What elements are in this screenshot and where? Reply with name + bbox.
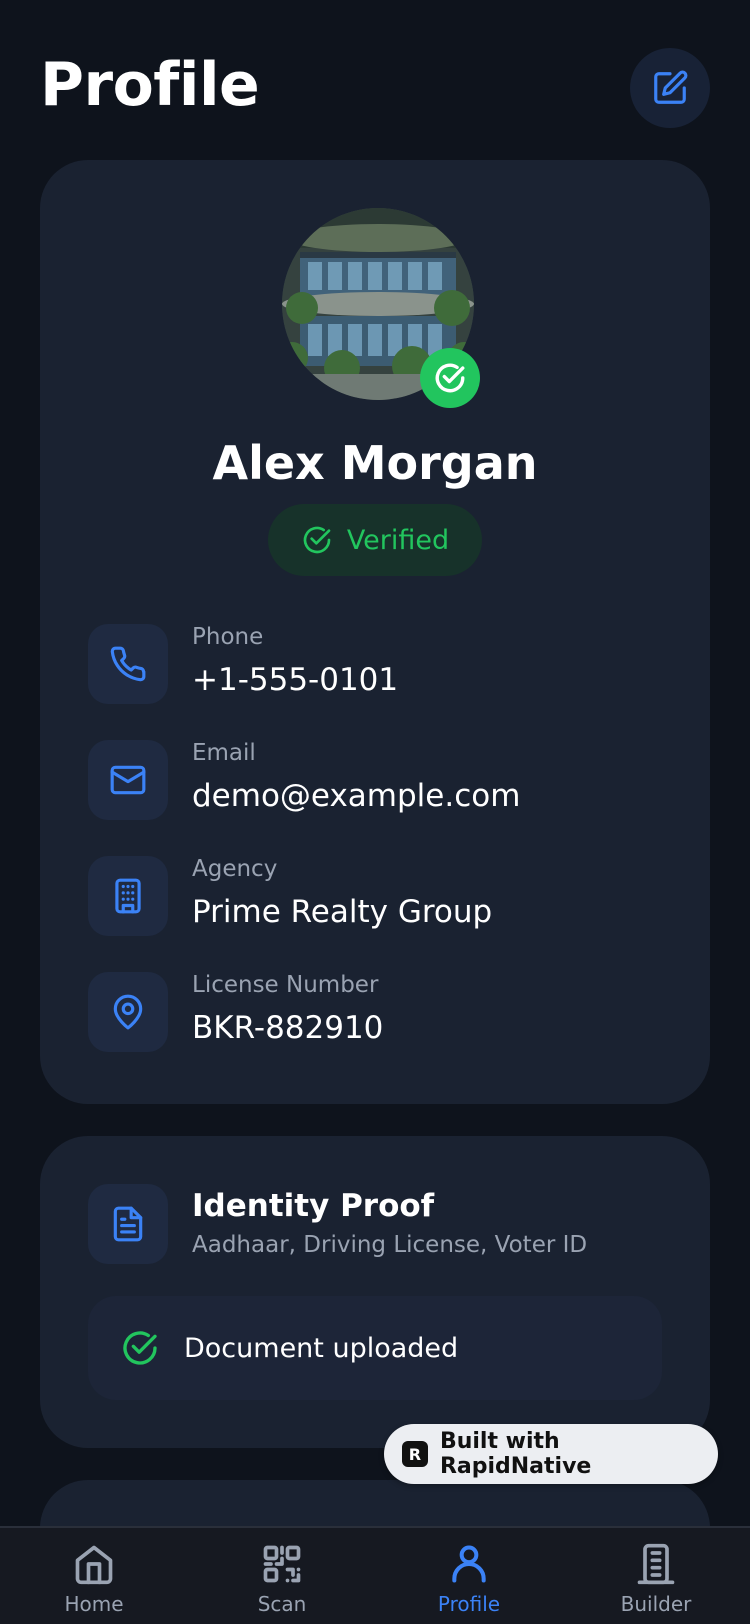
file-text-icon	[88, 1184, 168, 1264]
profile-screen: Profile Alex Morgan Verified Phone +1-55…	[0, 0, 750, 1624]
agency-value: Prime Realty Group	[192, 894, 493, 930]
check-circle-icon	[303, 526, 331, 554]
nav-item-profile[interactable]: Profile	[375, 1542, 563, 1624]
profile-card: Alex Morgan Verified Phone +1-555-0101 E…	[40, 160, 710, 1104]
edit-icon	[654, 70, 688, 104]
nav-item-home[interactable]: Home	[0, 1542, 188, 1624]
mail-icon	[88, 740, 168, 820]
upload-status-text: Document uploaded	[184, 1332, 459, 1364]
status-label: Verified	[346, 524, 450, 556]
home-icon	[75, 1545, 113, 1585]
agency-label: Agency	[192, 856, 278, 882]
phone-icon	[88, 624, 168, 704]
nav-label-builder: Builder	[620, 1592, 692, 1616]
identity-title: Identity Proof	[192, 1188, 435, 1224]
identity-proof-card[interactable]: Identity Proof Aadhaar, Driving License,…	[40, 1136, 710, 1448]
nav-item-builder[interactable]: Builder	[562, 1542, 750, 1624]
built-with-badge[interactable]: R Built with RapidNative	[384, 1424, 718, 1484]
page-title: Profile	[40, 50, 260, 120]
info-row-phone[interactable]: Phone +1-555-0101	[88, 624, 668, 704]
building-icon	[637, 1543, 675, 1585]
check-circle-icon	[123, 1331, 157, 1365]
nav-label-profile: Profile	[437, 1592, 501, 1616]
nav-label-scan: Scan	[257, 1592, 307, 1616]
phone-label: Phone	[192, 624, 264, 650]
email-value: demo@example.com	[192, 778, 521, 814]
bottom-nav: Home Scan Profile Builder	[0, 1526, 750, 1624]
building-icon	[88, 856, 168, 936]
qr-code-icon	[263, 1545, 301, 1583]
built-with-text: Built with RapidNative	[439, 1429, 592, 1479]
license-label: License Number	[192, 972, 379, 998]
user-icon	[452, 1545, 486, 1583]
info-row-email[interactable]: Email demo@example.com	[88, 740, 668, 820]
verified-check-icon	[420, 348, 480, 408]
status-badge: Verified	[268, 504, 482, 576]
info-row-agency[interactable]: Agency Prime Realty Group	[88, 856, 668, 936]
upload-status: Document uploaded	[88, 1296, 662, 1400]
rapidnative-logo-icon: R	[402, 1441, 428, 1467]
email-label: Email	[192, 740, 256, 766]
nav-label-home: Home	[64, 1592, 124, 1616]
map-pin-icon	[88, 972, 168, 1052]
nav-item-scan[interactable]: Scan	[188, 1542, 376, 1624]
phone-value: +1-555-0101	[192, 662, 399, 698]
edit-profile-button[interactable]	[630, 48, 710, 128]
user-name: Alex Morgan	[212, 436, 538, 490]
info-row-license[interactable]: License Number BKR-882910	[88, 972, 668, 1052]
license-value: BKR-882910	[192, 1010, 384, 1046]
identity-subtitle: Aadhaar, Driving License, Voter ID	[192, 1232, 588, 1258]
